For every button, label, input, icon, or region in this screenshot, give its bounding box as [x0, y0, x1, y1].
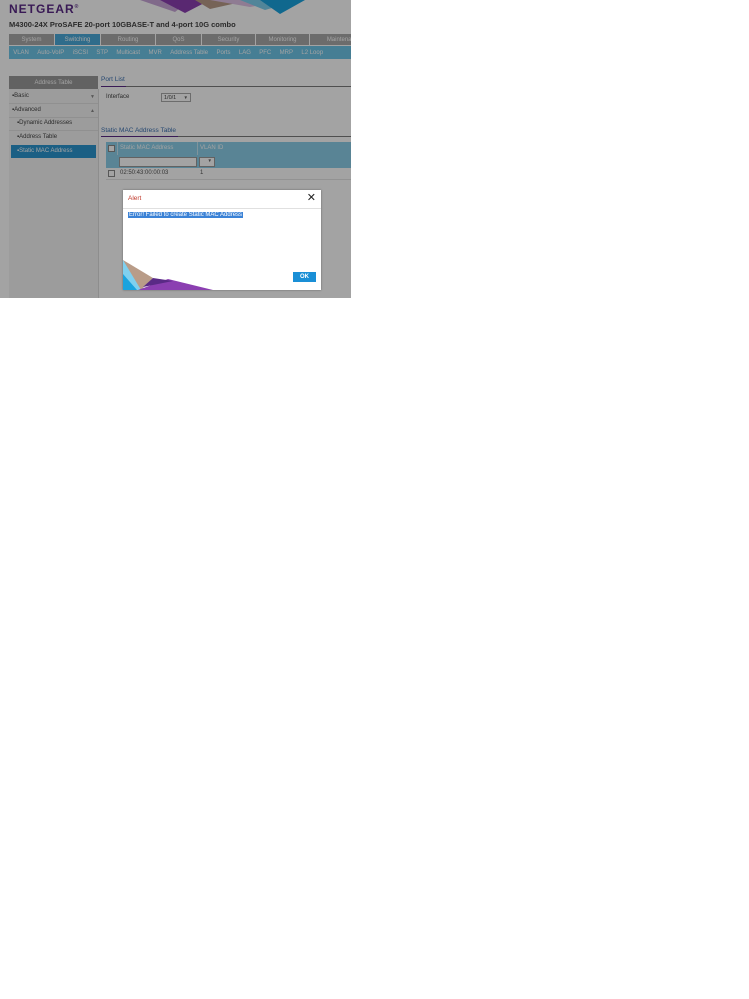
alert-dialog: Alert ✕ Error! Failed to create Static M…	[123, 190, 321, 290]
alert-message: Error! Failed to create Static MAC Addre…	[128, 212, 244, 218]
ok-button[interactable]: OK	[293, 272, 316, 282]
divider	[123, 208, 321, 209]
app-window: NETGEAR® M4300-24X ProSAFE 20-port 10GBA…	[0, 0, 351, 298]
alert-title: Alert	[128, 195, 142, 202]
close-icon[interactable]: ✕	[307, 192, 316, 204]
dialog-decoration-art	[123, 260, 213, 290]
